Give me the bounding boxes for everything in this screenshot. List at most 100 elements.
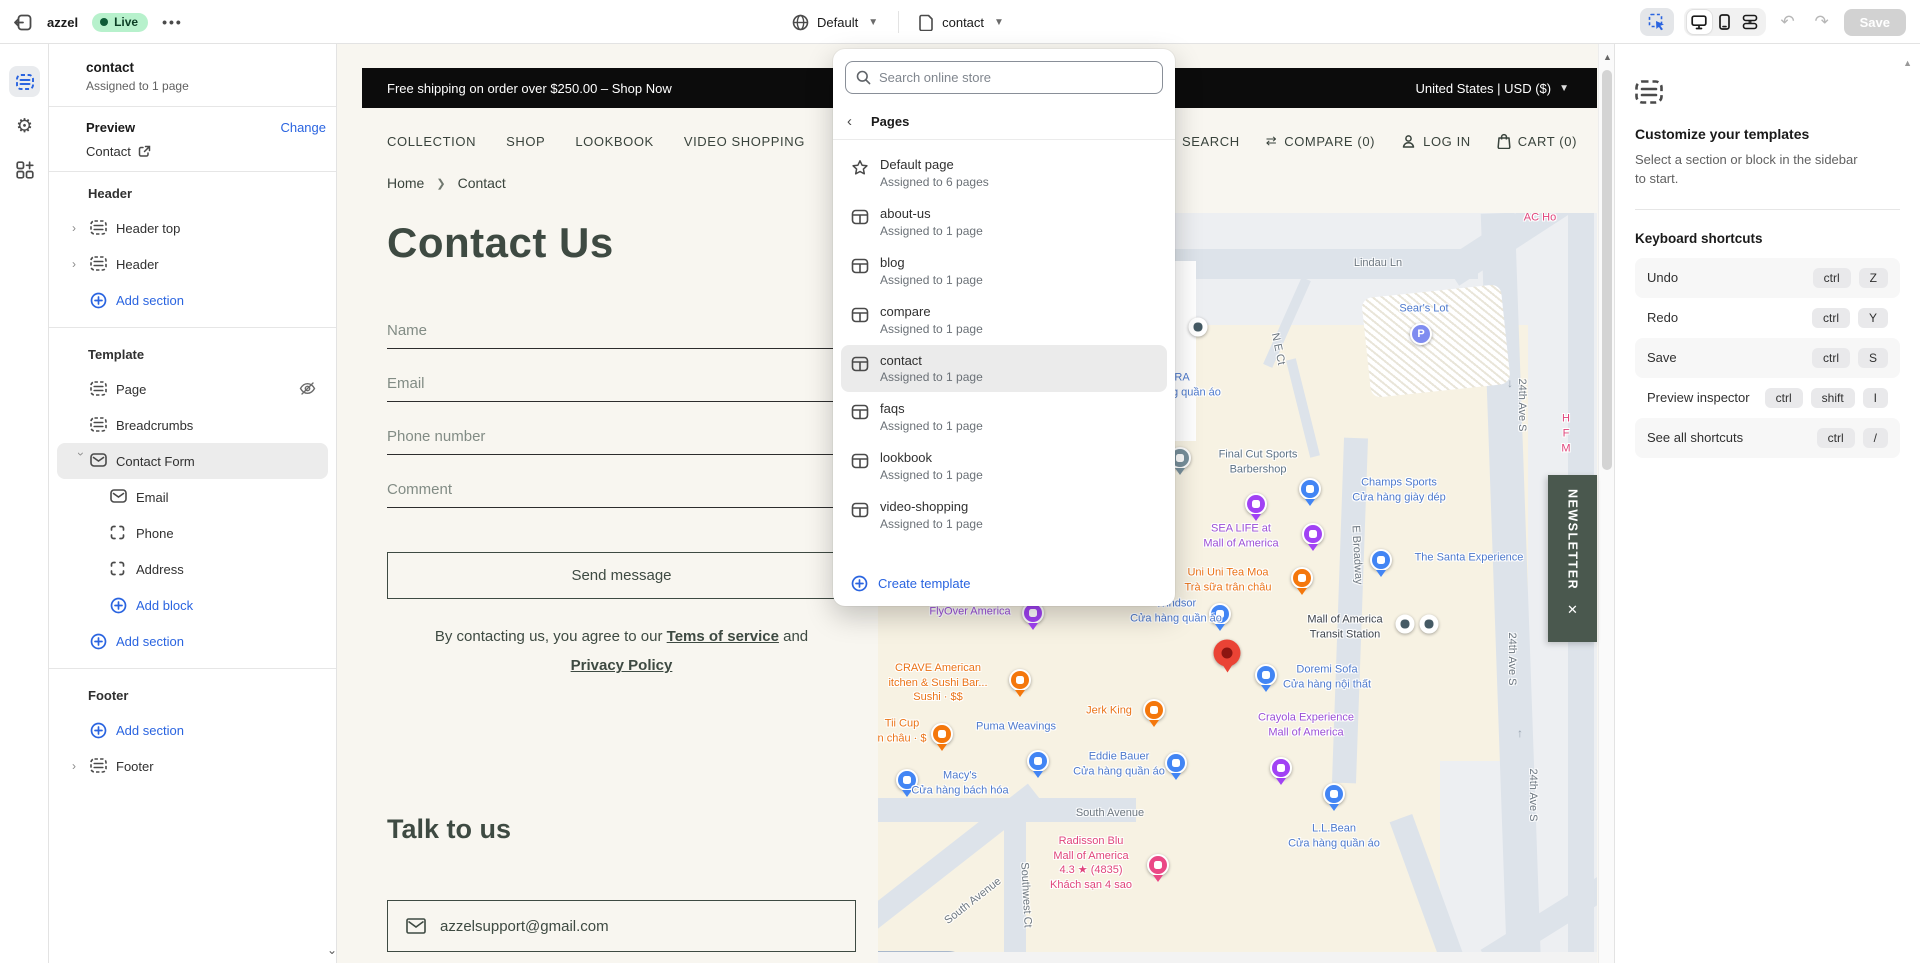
page-selector[interactable]: contact — [942, 15, 984, 30]
search-box[interactable] — [845, 61, 1163, 94]
map-pin[interactable]: P — [1410, 323, 1432, 345]
map-pin[interactable] — [1255, 664, 1277, 686]
send-message-button[interactable]: Send message — [387, 552, 856, 599]
map-poi-label[interactable]: F — [1563, 427, 1570, 442]
map-pin[interactable] — [1245, 493, 1267, 515]
announcement-text[interactable]: Free shipping on order over $250.00 – Sh… — [387, 81, 672, 96]
scroll-up-icon[interactable]: ▲ — [1603, 52, 1612, 62]
section-row[interactable]: › Email — [57, 479, 328, 515]
map-pin[interactable] — [1009, 669, 1031, 691]
map-pin[interactable] — [1302, 523, 1324, 545]
section-row[interactable]: › Header — [57, 176, 328, 210]
map-pin[interactable] — [1147, 854, 1169, 876]
map-pin[interactable] — [1291, 567, 1313, 589]
compare-link[interactable]: ⇄ COMPARE (0) — [1266, 133, 1375, 149]
map-poi-label[interactable]: Champs Sports Cửa hàng giày dép — [1352, 475, 1446, 504]
chevron-right-icon[interactable]: › — [72, 257, 90, 271]
map-pin[interactable] — [1419, 614, 1439, 634]
section-row[interactable]: › Add section — [57, 712, 328, 748]
map-pin[interactable] — [1370, 549, 1392, 571]
map-poi-label[interactable]: Tii Cup n châu · $ — [878, 716, 926, 745]
redo-button[interactable]: ↷ — [1810, 12, 1834, 32]
map-poi-label[interactable]: Uni Uni Tea Moa Trà sữa trân châu — [1184, 565, 1271, 594]
exit-editor-icon[interactable] — [14, 13, 33, 32]
map-poi-label[interactable]: FlyOver America — [929, 605, 1010, 620]
privac-policy-link[interactable]: Privacy Policy — [571, 657, 673, 674]
search-input[interactable] — [879, 70, 1152, 85]
nav-link[interactable]: LOOKBOOK — [575, 134, 654, 149]
nav-link[interactable]: SHOP — [506, 134, 545, 149]
map-poi-label[interactable]: Crayola Experience Mall of America — [1258, 710, 1354, 739]
map-poi-label[interactable]: AC Ho — [1524, 213, 1556, 225]
map-poi-label[interactable]: Jerk King — [1086, 704, 1132, 719]
template-item[interactable]: compare Assigned to 1 page — [841, 296, 1167, 344]
section-row[interactable]: › Add section — [57, 282, 328, 318]
section-row[interactable]: › Breadcrumbs — [57, 407, 328, 443]
create-template-button[interactable]: Create template — [833, 563, 1175, 606]
support-email-field[interactable]: azzelsupport@gmail.com — [387, 900, 856, 952]
map-poi-label[interactable]: Eddie Bauer Cửa hàng quần áo — [1073, 749, 1165, 778]
map-pin[interactable] — [1143, 699, 1165, 721]
map-poi-label[interactable]: H — [1562, 412, 1570, 427]
terms-of-service-link[interactable]: Tems of service — [667, 628, 779, 645]
scroll-up-icon[interactable]: ▲ — [1903, 58, 1912, 68]
preview-inspector-button[interactable] — [1639, 8, 1674, 36]
map-poi-label[interactable]: SEA LIFE at Mall of America — [1203, 521, 1278, 550]
chevron-right-icon[interactable]: › — [72, 221, 90, 235]
breadcrumb-home[interactable]: Home — [387, 175, 424, 191]
fullscreen-view-button[interactable] — [1737, 10, 1762, 34]
map-poi-label[interactable]: CRAVE American itchen & Sushi Bar... Sushi… — [888, 661, 987, 705]
map-pin[interactable] — [931, 723, 953, 745]
map-poi-label[interactable]: Mall of America Transit Station — [1307, 612, 1382, 641]
template-item[interactable]: contact Assigned to 1 page — [841, 344, 1167, 393]
section-row[interactable]: › Add block — [57, 587, 328, 623]
map-pin[interactable] — [1027, 750, 1049, 772]
sections-tab-button[interactable] — [9, 66, 40, 97]
map-poi-label[interactable]: The Santa Experience — [1415, 551, 1524, 566]
map-poi-label[interactable]: Radisson Blu Mall of America 4.3 ★ (4835) K… — [1050, 834, 1132, 892]
form-field[interactable]: Name — [387, 296, 856, 349]
form-field[interactable]: Phone number — [387, 402, 856, 455]
chevron-right-icon[interactable]: › — [74, 452, 88, 470]
map-destination-pin[interactable] — [1213, 639, 1241, 667]
desktop-view-button[interactable] — [1686, 10, 1712, 34]
section-row[interactable]: › Phone — [57, 515, 328, 551]
mobile-view-button[interactable] — [1712, 10, 1737, 34]
section-row[interactable]: › Address — [57, 551, 328, 587]
search-link[interactable]: SEARCH — [1182, 134, 1240, 149]
section-row[interactable]: › Header top — [57, 210, 328, 246]
newsletter-tab[interactable]: NEWSLETTER ✕ — [1548, 475, 1597, 642]
change-preview-link[interactable]: Change — [280, 120, 326, 135]
section-row[interactable]: › Contact Form — [57, 443, 328, 479]
section-row[interactable]: › Footer — [57, 748, 328, 784]
eye-slash-icon[interactable] — [299, 381, 316, 396]
section-row[interactable]: › Add section — [57, 623, 328, 659]
save-button[interactable]: Save — [1843, 8, 1906, 36]
map-poi-label[interactable]: Puma Weavings — [976, 720, 1056, 735]
form-field[interactable]: Comment — [387, 455, 856, 508]
map-pin[interactable] — [1299, 478, 1321, 500]
map-poi-label[interactable]: M — [1561, 442, 1570, 457]
map-poi-label[interactable]: L.L.Bean Cửa hàng quần áo — [1288, 821, 1380, 850]
template-item[interactable]: Default page Assigned to 6 pages — [841, 149, 1167, 197]
section-row[interactable]: › Page — [57, 371, 328, 407]
chevron-right-icon[interactable]: › — [72, 759, 90, 773]
app-embeds-button[interactable] — [9, 154, 40, 185]
map-poi-label[interactable]: Doremi Sofa Cửa hàng nội thất — [1283, 662, 1371, 691]
map-poi-label[interactable]: Final Cut Sports Barbershop — [1219, 447, 1298, 476]
template-item[interactable]: about-us Assigned to 1 page — [841, 198, 1167, 246]
map-poi-label[interactable]: Macy's Cửa hàng bách hóa — [911, 768, 1008, 797]
preview-page-link[interactable]: Contact — [86, 144, 318, 159]
login-link[interactable]: LOG IN — [1401, 134, 1471, 149]
map-pin[interactable] — [1165, 752, 1187, 774]
template-item[interactable]: lookbook Assigned to 1 page — [841, 442, 1167, 490]
map-pin[interactable] — [1188, 317, 1208, 337]
map-poi-label[interactable]: Sear's Lot — [1399, 302, 1448, 317]
close-icon[interactable]: ✕ — [1567, 602, 1578, 618]
cart-link[interactable]: CART (0) — [1497, 133, 1577, 149]
map-pin[interactable] — [1270, 757, 1292, 779]
nav-link[interactable]: COLLECTION — [387, 134, 476, 149]
section-row[interactable]: › Header — [57, 246, 328, 282]
template-item[interactable]: faqs Assigned to 1 page — [841, 393, 1167, 441]
map-pin[interactable] — [1323, 783, 1345, 805]
